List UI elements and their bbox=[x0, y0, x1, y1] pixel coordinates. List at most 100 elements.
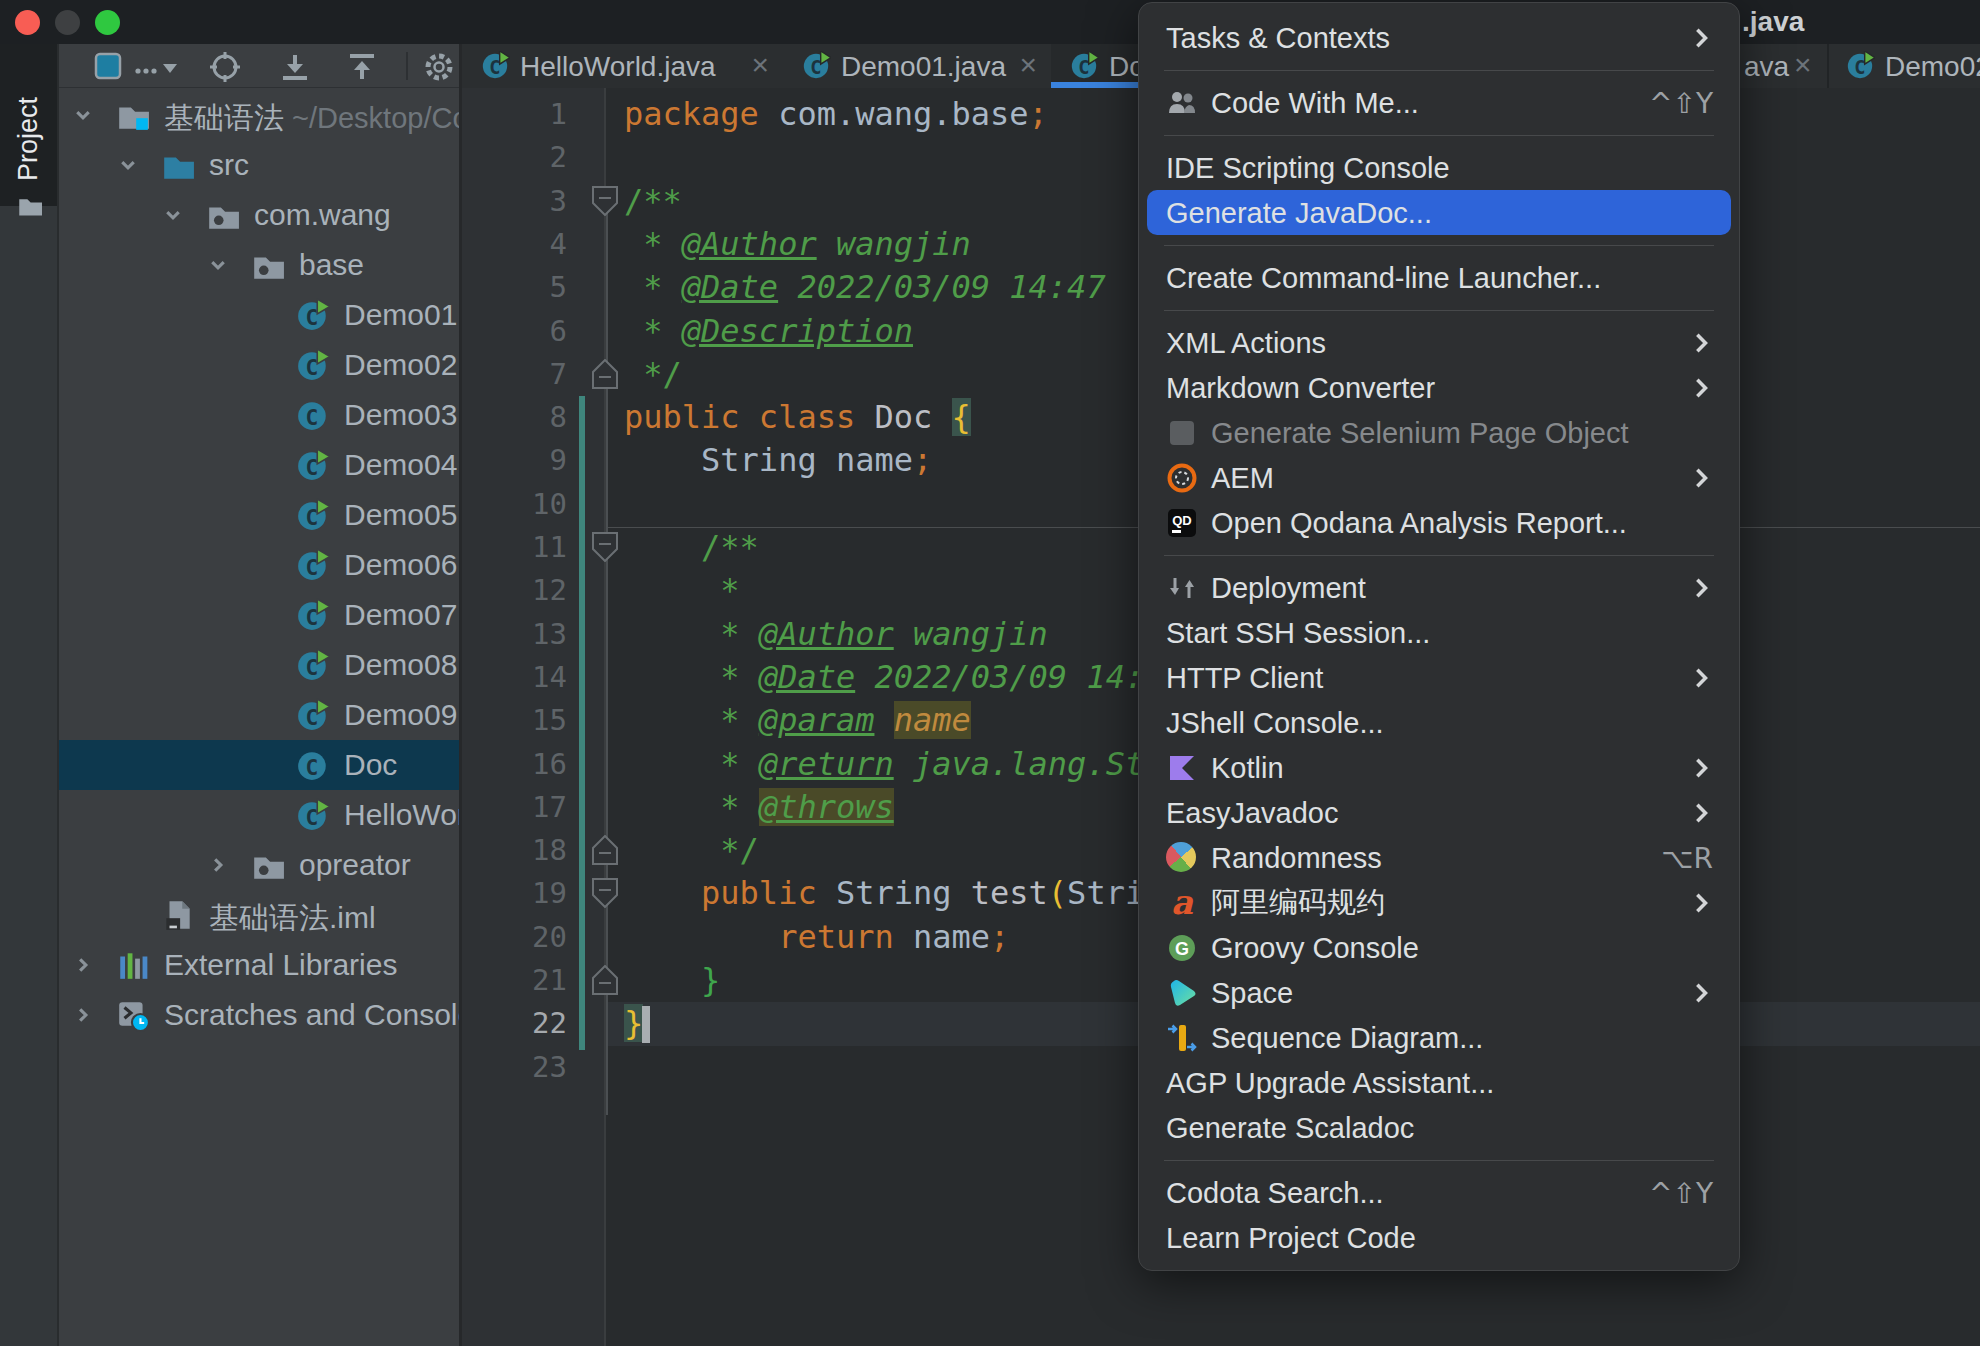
menu-item-generate-selenium-page-object[interactable]: Generate Selenium Page Object bbox=[1139, 410, 1739, 455]
tree-item-com.wang[interactable]: com.wang bbox=[59, 190, 459, 240]
class-icon: C bbox=[480, 51, 510, 81]
tree-item-External Libraries[interactable]: External Libraries bbox=[59, 940, 459, 990]
code-line: * @Date 2022/03/09 14:47 bbox=[624, 266, 1106, 309]
settings-gear-icon bbox=[423, 51, 455, 83]
menu-item-ide-scripting-console[interactable]: IDE Scripting Console bbox=[1139, 145, 1739, 190]
code-span: @Author bbox=[759, 615, 894, 653]
tree-item-label: Demo01 bbox=[344, 298, 457, 332]
zoom-window-button[interactable] bbox=[95, 10, 120, 35]
menu-item-icon bbox=[1166, 1022, 1198, 1054]
fold-start-marker[interactable] bbox=[592, 878, 618, 908]
chevron-right-icon[interactable] bbox=[208, 855, 228, 875]
tab-close-icon[interactable]: × bbox=[751, 48, 769, 82]
menu-item--[interactable]: 阿里编码规约a bbox=[1139, 880, 1739, 925]
line-number: 18 bbox=[462, 829, 567, 872]
tab-label: ava bbox=[1744, 51, 1789, 83]
chevron-down-icon[interactable] bbox=[73, 105, 93, 125]
code-span: @Author bbox=[682, 225, 817, 263]
line-number: 7 bbox=[462, 353, 567, 396]
tree-item-Demo02[interactable]: C Demo02 bbox=[59, 340, 459, 390]
tree-item-基础语法.iml[interactable]: 基础语法.iml bbox=[59, 890, 459, 940]
submenu-arrow-icon bbox=[1695, 467, 1709, 489]
tree-item-Demo06[interactable]: CDemo06 bbox=[59, 540, 459, 590]
tree-item-Demo01[interactable]: C Demo01 bbox=[59, 290, 459, 340]
package-icon bbox=[251, 848, 285, 882]
menu-item-easyjavadoc[interactable]: EasyJavadoc bbox=[1139, 790, 1739, 835]
tree-item-opreator[interactable]: opreator bbox=[59, 840, 459, 890]
code-span: */ bbox=[624, 831, 759, 869]
menu-item-code-with-me-[interactable]: Code With Me...^⇧Y bbox=[1139, 80, 1739, 125]
menu-item-label: JShell Console... bbox=[1166, 706, 1384, 739]
tree-item-Scratches and Consoles[interactable]: Scratches and Consoles bbox=[59, 990, 459, 1040]
menu-item-xml-actions[interactable]: XML Actions bbox=[1139, 320, 1739, 365]
code-line: * @param name bbox=[624, 699, 971, 742]
code-span: @return bbox=[759, 745, 894, 783]
menu-item-sequence-diagram-[interactable]: Sequence Diagram... bbox=[1139, 1015, 1739, 1060]
menu-item-label: Start SSH Session... bbox=[1166, 616, 1430, 649]
close-window-button[interactable] bbox=[15, 10, 40, 35]
tree-item-Doc[interactable]: CDoc bbox=[59, 740, 459, 790]
tree-item-Demo03[interactable]: CDemo03 bbox=[59, 390, 459, 440]
tree-item-base[interactable]: base bbox=[59, 240, 459, 290]
tree-item-Demo05[interactable]: CDemo05 bbox=[59, 490, 459, 540]
menu-item-deployment[interactable]: Deployment bbox=[1139, 565, 1739, 610]
menu-item-aem[interactable]: AEM bbox=[1139, 455, 1739, 500]
tree-item-src[interactable]: src bbox=[59, 140, 459, 190]
line-number: 20 bbox=[462, 916, 567, 959]
tree-item-Demo09[interactable]: CDemo09 bbox=[59, 690, 459, 740]
minimize-window-button[interactable] bbox=[55, 10, 80, 35]
chevron-right-icon[interactable] bbox=[73, 1005, 93, 1025]
chevron-down-icon[interactable] bbox=[163, 205, 183, 225]
menu-item-icon bbox=[1166, 462, 1198, 494]
code-span: return bbox=[624, 918, 913, 956]
menu-item-start-ssh-session-[interactable]: Start SSH Session... bbox=[1139, 610, 1739, 655]
menu-item-markdown-converter[interactable]: Markdown Converter bbox=[1139, 365, 1739, 410]
line-number: 23 bbox=[462, 1046, 567, 1089]
menu-item-tasks-contexts[interactable]: Tasks & Contexts bbox=[1139, 15, 1739, 60]
menu-item-label: EasyJavadoc bbox=[1166, 796, 1339, 829]
class-icon: C bbox=[296, 348, 330, 382]
project-tool-label[interactable]: Project bbox=[13, 97, 44, 181]
menu-item-generate-scaladoc[interactable]: Generate Scaladoc bbox=[1139, 1105, 1739, 1150]
menu-item-space[interactable]: Space bbox=[1139, 970, 1739, 1015]
fold-end-marker[interactable] bbox=[592, 359, 618, 389]
editor-tab-Demo02.java[interactable]: CDemo02.java bbox=[1829, 44, 1980, 88]
menu-item-generate-javadoc-[interactable]: Generate JavaDoc... bbox=[1139, 190, 1739, 235]
code-span: * bbox=[624, 615, 759, 653]
menu-item-http-client[interactable]: HTTP Client bbox=[1139, 655, 1739, 700]
chevron-right-icon[interactable] bbox=[73, 955, 93, 975]
menu-item-codota-search-[interactable]: Codota Search...^⇧Y bbox=[1139, 1170, 1739, 1215]
menu-item-groovy-console[interactable]: Groovy ConsoleG bbox=[1139, 925, 1739, 970]
chevron-down-icon[interactable] bbox=[208, 255, 228, 275]
chevron-down-icon[interactable] bbox=[118, 155, 138, 175]
iml-icon bbox=[161, 898, 195, 932]
menu-item-kotlin[interactable]: Kotlin bbox=[1139, 745, 1739, 790]
tab-close-icon[interactable]: × bbox=[1794, 48, 1812, 82]
tree-item-label: Demo02 bbox=[344, 348, 457, 382]
fold-end-marker[interactable] bbox=[592, 965, 618, 995]
fold-start-marker[interactable] bbox=[592, 186, 618, 216]
menu-item-learn-project-code[interactable]: Learn Project Code bbox=[1139, 1215, 1739, 1260]
menu-item-jshell-console-[interactable]: JShell Console... bbox=[1139, 700, 1739, 745]
menu-item-randomness[interactable]: Randomness⌥R bbox=[1139, 835, 1739, 880]
menu-item-create-command-line-launcher-[interactable]: Create Command-line Launcher... bbox=[1139, 255, 1739, 300]
menu-item-agp-upgrade-assistant-[interactable]: AGP Upgrade Assistant... bbox=[1139, 1060, 1739, 1105]
line-number: 12 bbox=[462, 569, 567, 612]
fold-end-marker[interactable] bbox=[592, 835, 618, 865]
tree-item-Demo08[interactable]: CDemo08 bbox=[59, 640, 459, 690]
menu-item-open-qodana-analysis-report-[interactable]: Open Qodana Analysis Report...QD bbox=[1139, 500, 1739, 545]
line-number: 8 bbox=[462, 396, 567, 439]
tree-item-基础语法[interactable]: 基础语法 ~/Desktop/Co bbox=[59, 90, 459, 140]
menu-item-icon bbox=[1166, 572, 1198, 604]
tree-item-HelloWorld[interactable]: CHelloWorld bbox=[59, 790, 459, 840]
libraries-icon bbox=[116, 948, 150, 982]
tree-item-Demo07[interactable]: CDemo07 bbox=[59, 590, 459, 640]
code-span: @Description bbox=[682, 312, 913, 350]
editor-tab-ava[interactable]: ava× bbox=[1738, 44, 1829, 88]
tree-item-Demo04[interactable]: CDemo04 bbox=[59, 440, 459, 490]
editor-tab-Demo01.java[interactable]: CDemo01.java× bbox=[783, 44, 1053, 88]
tab-close-icon[interactable]: × bbox=[1019, 48, 1037, 82]
fold-start-marker[interactable] bbox=[592, 532, 618, 562]
class-icon: C bbox=[296, 298, 330, 332]
editor-tab-HelloWorld.java[interactable]: CHelloWorld.java× bbox=[462, 44, 785, 88]
